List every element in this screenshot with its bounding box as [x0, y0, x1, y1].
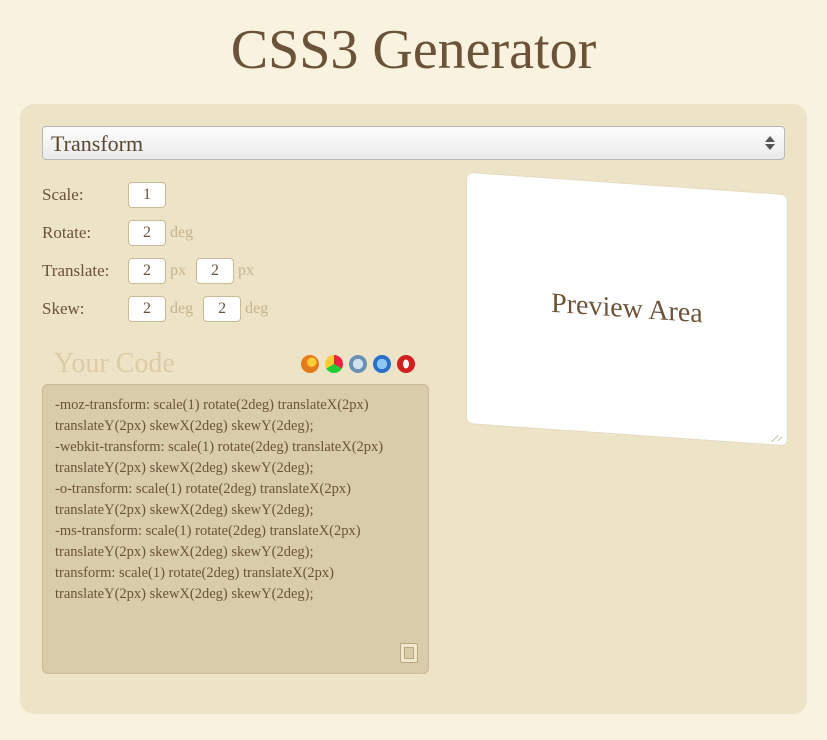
rotate-label: Rotate:	[42, 223, 128, 243]
preview-label: Preview Area	[551, 288, 703, 331]
skew-x-unit: deg	[170, 300, 193, 318]
scale-label: Scale:	[42, 185, 128, 205]
opera-icon	[397, 355, 415, 373]
preview-area: Preview Area	[467, 173, 787, 446]
main-panel: Transform Scale: Rotate: deg Translate: …	[20, 104, 807, 714]
translate-label: Translate:	[42, 261, 128, 281]
ie-icon	[373, 355, 391, 373]
translate-y-input[interactable]	[196, 258, 234, 284]
skew-y-unit: deg	[245, 300, 268, 318]
scale-input[interactable]	[128, 182, 166, 208]
rotate-row: Rotate: deg	[42, 220, 429, 246]
firefox-icon	[301, 355, 319, 373]
code-output[interactable]: -moz-transform: scale(1) rotate(2deg) tr…	[42, 384, 429, 674]
code-text: -moz-transform: scale(1) rotate(2deg) tr…	[55, 397, 387, 602]
scale-row: Scale:	[42, 182, 429, 208]
rotate-input[interactable]	[128, 220, 166, 246]
skew-label: Skew:	[42, 299, 128, 319]
translate-row: Translate: px px	[42, 258, 429, 284]
transform-dropdown[interactable]: Transform	[42, 126, 785, 160]
skew-y-input[interactable]	[203, 296, 241, 322]
copy-icon[interactable]	[400, 643, 418, 663]
translate-x-input[interactable]	[128, 258, 166, 284]
translate-x-unit: px	[170, 262, 186, 280]
code-title: Your Code	[54, 348, 175, 380]
rotate-unit: deg	[170, 224, 193, 242]
safari-icon	[349, 355, 367, 373]
code-panel: Your Code -moz-transform: scale(1) rotat…	[42, 348, 429, 674]
skew-x-input[interactable]	[128, 296, 166, 322]
transform-dropdown-wrap: Transform	[42, 126, 785, 160]
page-title: CSS3 Generator	[0, 18, 827, 82]
chrome-icon	[325, 355, 343, 373]
skew-row: Skew: deg deg	[42, 296, 429, 322]
resize-handle-icon[interactable]	[771, 428, 783, 441]
browser-icons	[301, 355, 415, 373]
translate-y-unit: px	[238, 262, 254, 280]
